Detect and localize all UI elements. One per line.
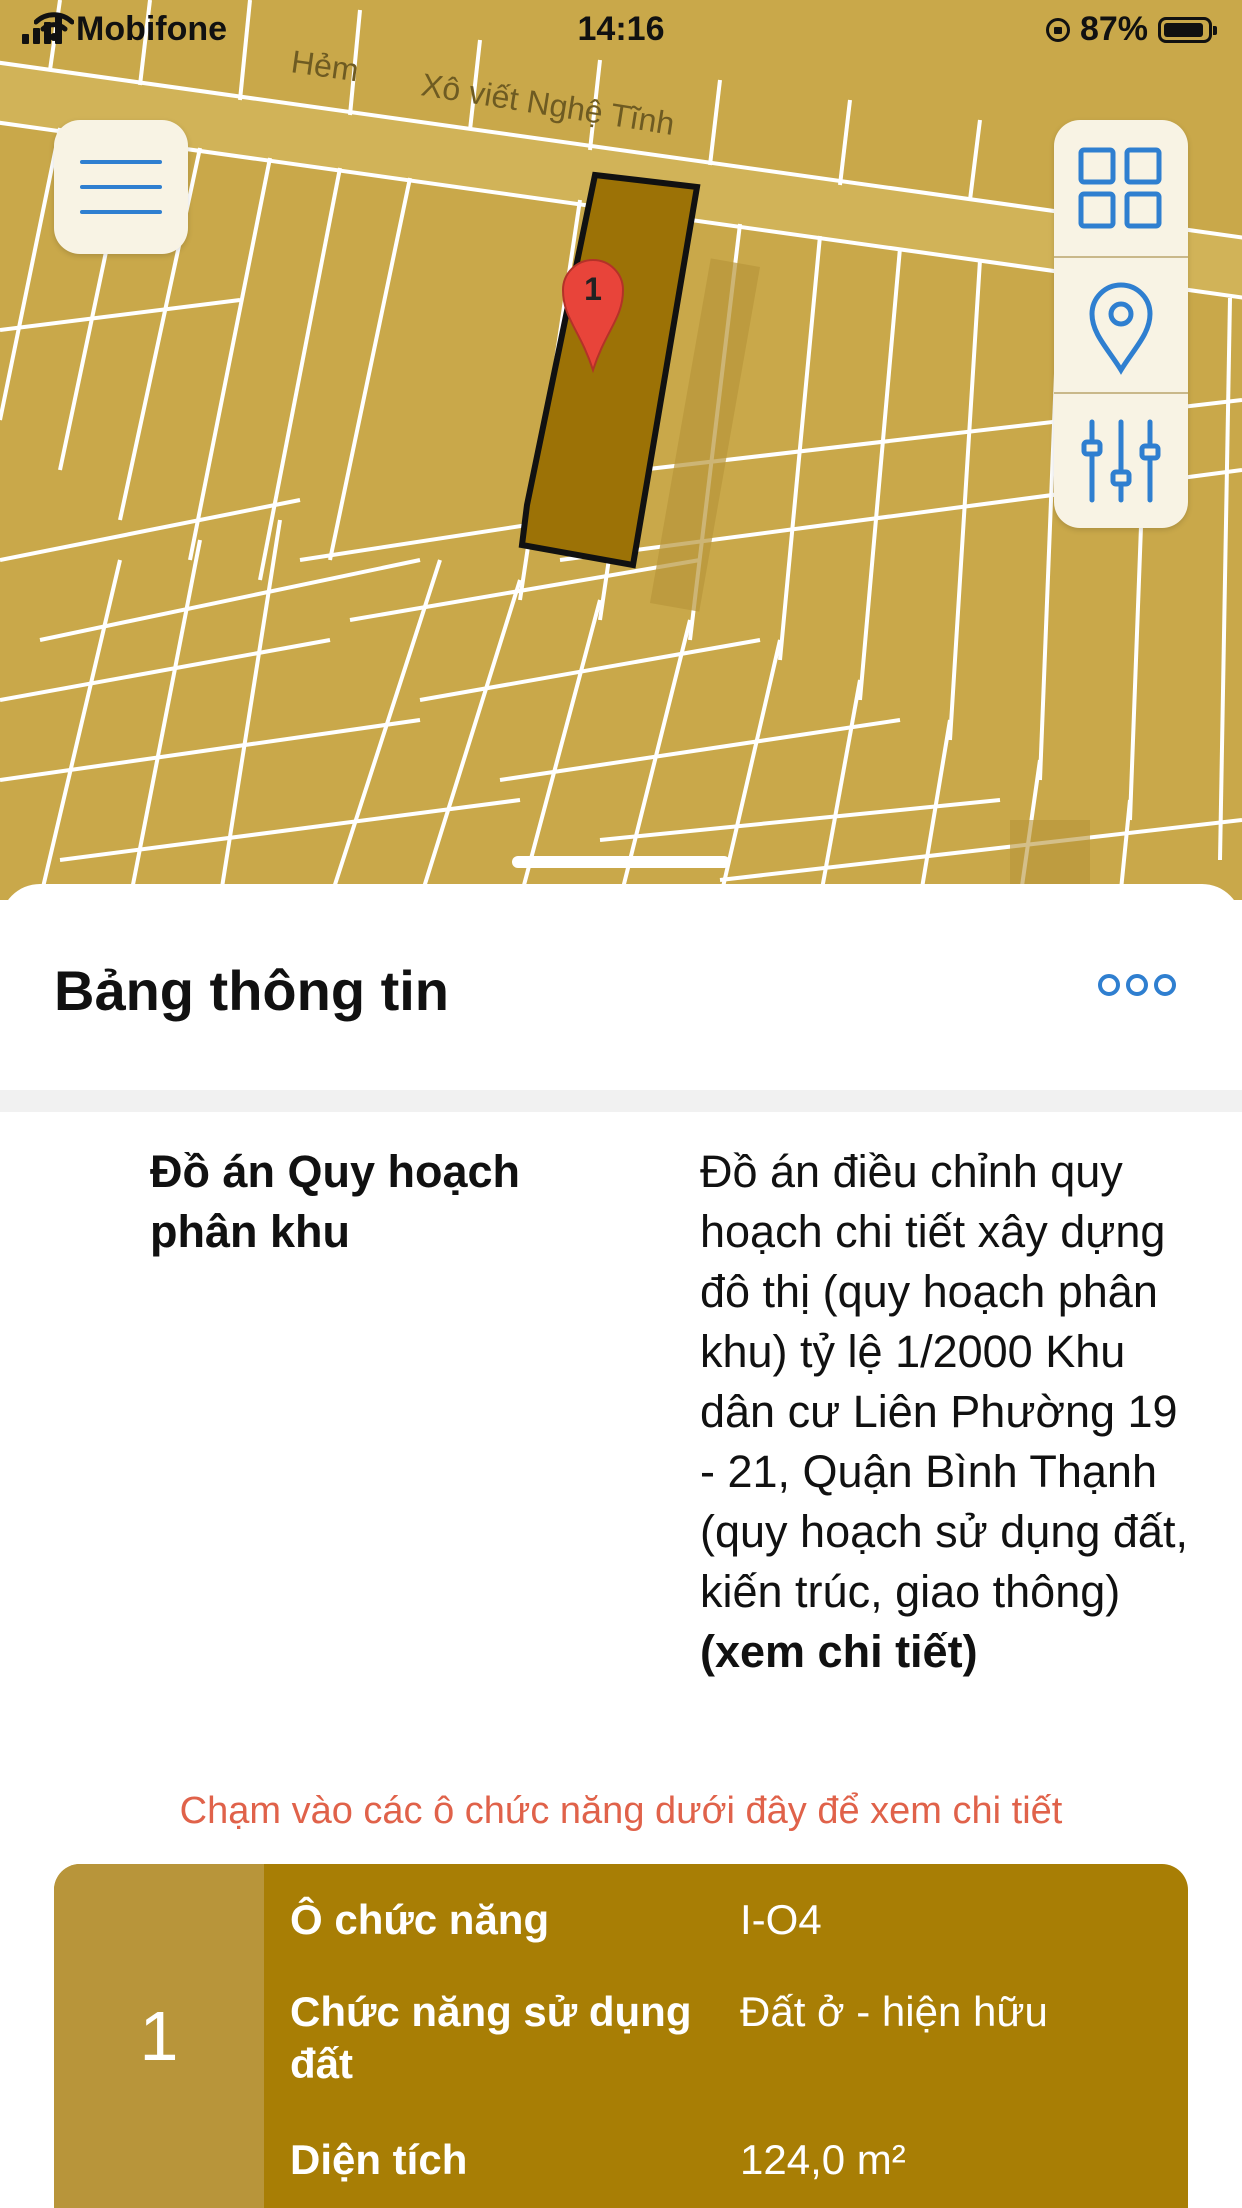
plan-value: Đồ án điều chỉnh quy hoạch chi tiết xây … bbox=[700, 1142, 1200, 1682]
sheet-header: Bảng thông tin bbox=[0, 884, 1242, 1090]
location-button[interactable] bbox=[1054, 256, 1188, 392]
function-key: Diện tích bbox=[290, 2136, 468, 2183]
more-button[interactable] bbox=[1096, 970, 1178, 1005]
grid-icon bbox=[1078, 147, 1162, 229]
hamburger-icon bbox=[80, 160, 162, 164]
filter-button[interactable] bbox=[1054, 392, 1188, 528]
status-right: 87% bbox=[1045, 10, 1217, 49]
function-value: Đất ở - hiện hữu bbox=[740, 1988, 1048, 2035]
function-value: 124,0 m² bbox=[740, 2136, 906, 2183]
cell-number: 1 bbox=[139, 1997, 179, 2075]
map-tools bbox=[1054, 120, 1188, 528]
function-value: I-O4 bbox=[740, 1896, 822, 1943]
sliders-icon bbox=[1081, 419, 1161, 503]
more-dots-icon bbox=[1098, 974, 1176, 996]
info-sheet: Bảng thông tin Đồ án Quy hoạch phân khu … bbox=[0, 884, 1242, 2208]
layers-grid-button[interactable] bbox=[1054, 120, 1188, 254]
hamburger-line bbox=[80, 210, 162, 214]
location-pin-icon bbox=[1089, 282, 1153, 375]
sheet-title: Bảng thông tin bbox=[54, 959, 450, 1022]
battery-icon bbox=[1158, 16, 1217, 43]
battery-percent: 87% bbox=[1079, 10, 1148, 48]
function-key: Chức năng sử dụng đất bbox=[290, 1988, 692, 2087]
hamburger-line bbox=[80, 185, 162, 189]
view-details-link[interactable]: (xem chi tiết) bbox=[700, 1626, 978, 1677]
function-cell-card[interactable]: 1 Ô chức năng I-O4 Chức năng sử dụng đất… bbox=[54, 1864, 1188, 2208]
menu-button[interactable] bbox=[54, 120, 188, 254]
divider bbox=[0, 1090, 1242, 1112]
sheet-drag-handle[interactable] bbox=[512, 856, 730, 868]
hint-text: Chạm vào các ô chức năng dưới đây để xem… bbox=[179, 1790, 1063, 1832]
plan-description: Đồ án điều chỉnh quy hoạch chi tiết xây … bbox=[700, 1146, 1188, 1617]
map-view[interactable]: Hẻm Xô viết Nghệ Tĩnh 1 Mobifone 14:16 8… bbox=[0, 0, 1242, 900]
rotation-lock-icon bbox=[1045, 17, 1070, 42]
function-key: Ô chức năng bbox=[290, 1896, 550, 1943]
marker-label: 1 bbox=[584, 271, 602, 307]
status-bar: Mobifone 14:16 87% bbox=[0, 0, 1242, 62]
plan-label: Đồ án Quy hoạch phân khu bbox=[150, 1146, 521, 1257]
